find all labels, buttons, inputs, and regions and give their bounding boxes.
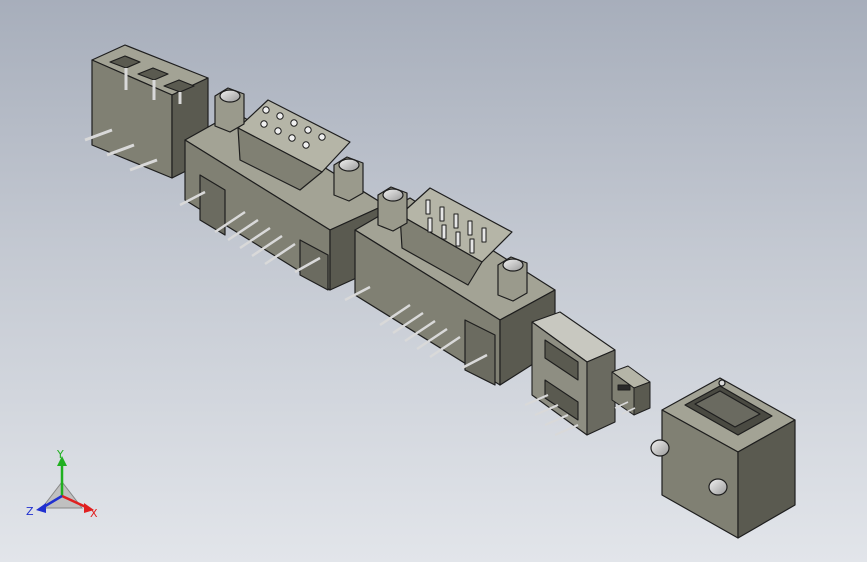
graphics-viewport[interactable]: Y X Z — [0, 0, 867, 562]
db9-female-connector[interactable] — [179, 87, 386, 291]
micro-usb-connector[interactable] — [611, 365, 651, 416]
z-axis-label: Z — [26, 505, 34, 518]
y-axis-label: Y — [56, 448, 64, 461]
rj-jack-connector[interactable] — [650, 377, 796, 539]
usb-a-connector[interactable] — [524, 311, 616, 437]
x-axis-label: X — [90, 507, 98, 520]
coordinate-triad: Y X Z — [26, 448, 98, 520]
model-scene[interactable]: Y X Z — [0, 0, 867, 562]
